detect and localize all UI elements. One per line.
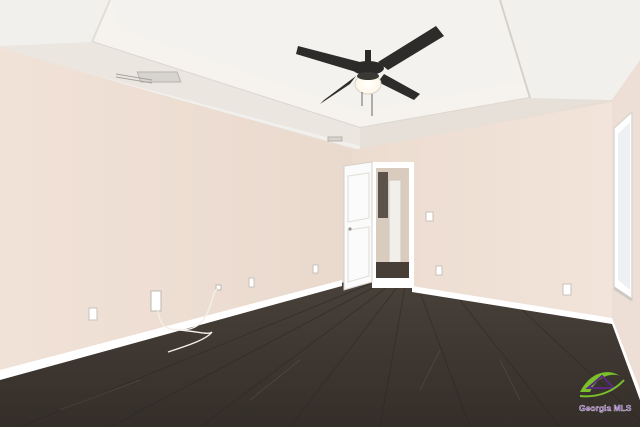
outlet [312, 264, 319, 274]
light-switch [425, 211, 434, 222]
air-vent-small [327, 136, 343, 142]
window [613, 110, 633, 302]
hallway-door [388, 179, 402, 267]
doorway [372, 162, 414, 288]
georgia-mls-brand-text: Georgia MLS [579, 403, 632, 413]
outlet [248, 277, 255, 288]
outlet [88, 307, 98, 321]
outlet [562, 283, 572, 296]
room-photo: Georgia MLS [0, 0, 640, 427]
open-door [343, 161, 373, 291]
air-vent [136, 71, 182, 83]
door-knob [348, 227, 352, 231]
outlet [435, 265, 443, 276]
